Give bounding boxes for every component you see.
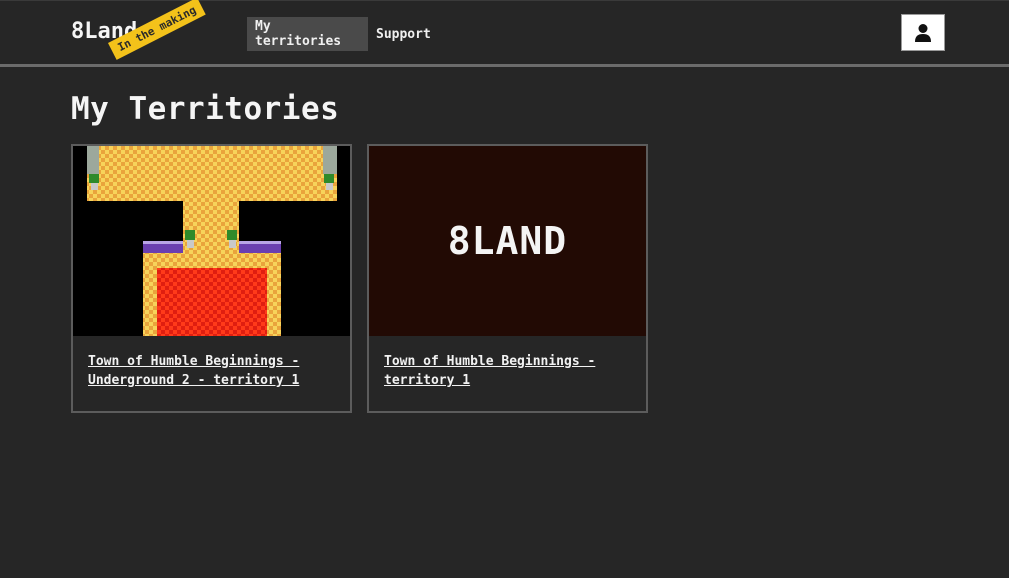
placeholder-thumbnail[interactable]: 8LAND	[369, 146, 646, 336]
placeholder-logo-text: 8LAND	[447, 219, 568, 263]
user-menu-button[interactable]	[901, 14, 945, 51]
map-preview-image[interactable]	[73, 146, 350, 336]
territory-link[interactable]: Town of Humble Beginnings - Underground …	[88, 352, 338, 390]
territory-card[interactable]: 8LAND Town of Humble Beginnings - territ…	[367, 144, 648, 413]
navbar: 8Land In the making My territories Suppo…	[0, 0, 1009, 67]
nav-my-territories[interactable]: My territories	[247, 17, 368, 51]
nav-support[interactable]: Support	[368, 17, 439, 51]
page-title: My Territories	[71, 91, 340, 127]
territory-card[interactable]: Town of Humble Beginnings - Underground …	[71, 144, 352, 413]
user-icon	[915, 23, 931, 42]
territory-link[interactable]: Town of Humble Beginnings - territory 1	[384, 352, 634, 390]
